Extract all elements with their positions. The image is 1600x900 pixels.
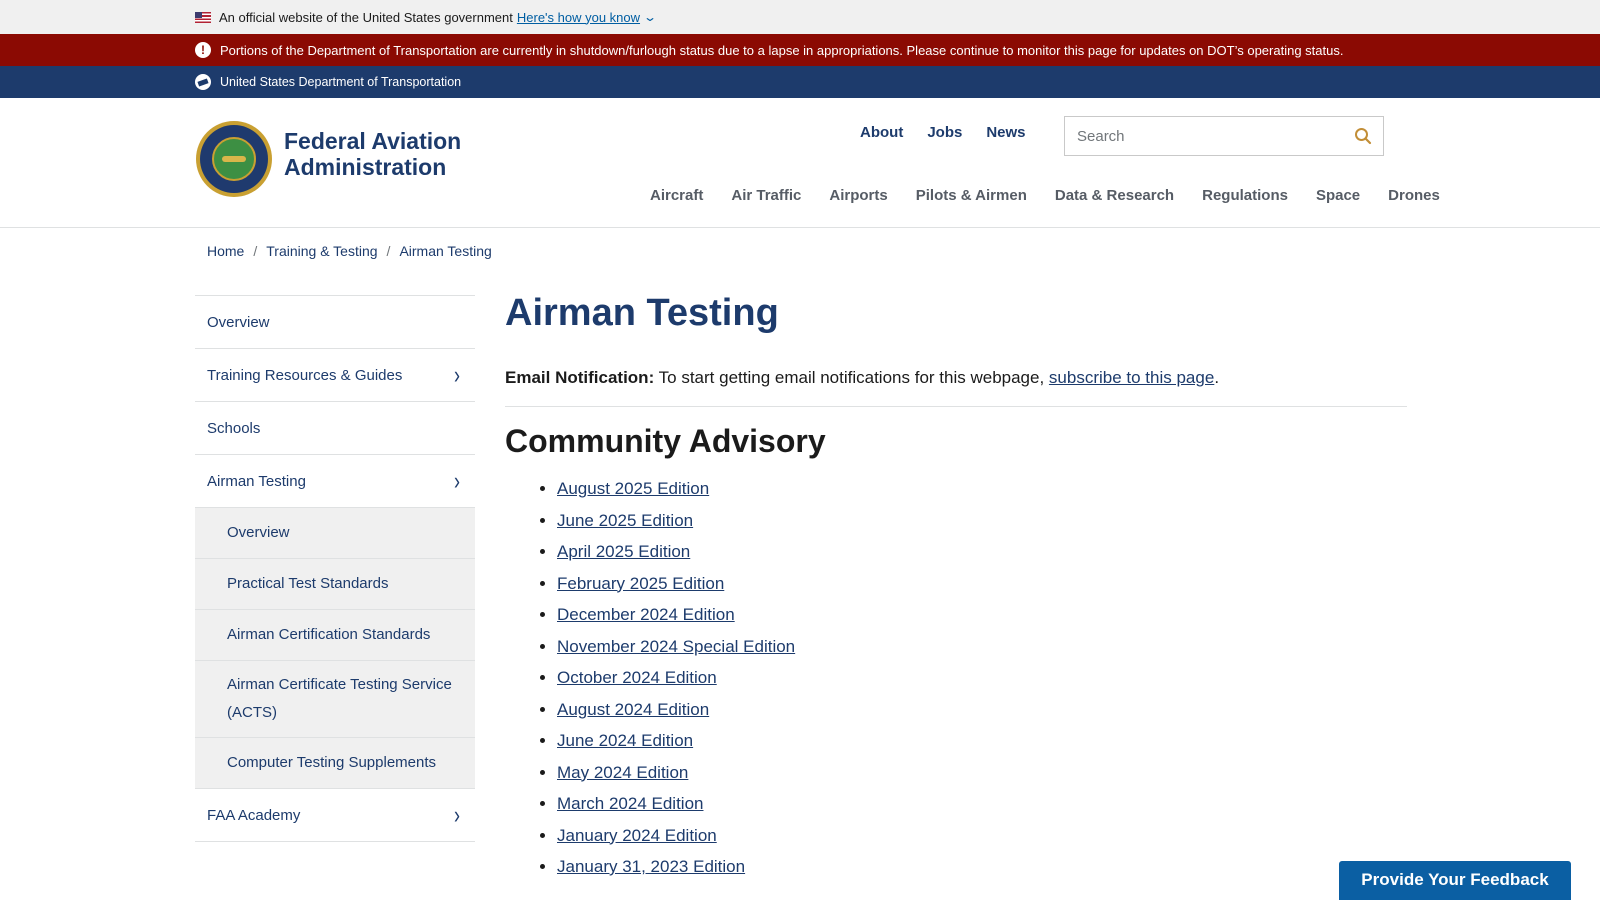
nav-aircraft[interactable]: Aircraft (650, 187, 703, 204)
email-notification-label: Email Notification: (505, 368, 655, 387)
edition-link[interactable]: April 2025 Edition (557, 542, 690, 561)
sidenav-subitem-acts[interactable]: Airman Certificate Testing Service (ACTS… (195, 661, 475, 738)
nav-regulations[interactable]: Regulations (1202, 187, 1288, 204)
alert-icon: ! (195, 42, 211, 58)
edition-link[interactable]: November 2024 Special Edition (557, 637, 795, 656)
list-item: March 2024 Edition (557, 788, 1407, 820)
list-item: October 2024 Edition (557, 662, 1407, 694)
sidenav-item-training-resources[interactable]: Training Resources & Guides › (195, 349, 475, 402)
edition-link[interactable]: October 2024 Edition (557, 668, 717, 687)
edition-link[interactable]: February 2025 Edition (557, 574, 724, 593)
sidenav-item-faa-academy[interactable]: FAA Academy › (195, 789, 475, 842)
email-notification: Email Notification: To start getting ema… (505, 366, 1407, 390)
edition-link[interactable]: June 2025 Edition (557, 511, 693, 530)
breadcrumb-airman-testing[interactable]: Airman Testing (399, 243, 491, 259)
subscribe-link[interactable]: subscribe to this page (1049, 368, 1214, 387)
list-item: February 2025 Edition (557, 568, 1407, 600)
search-input[interactable] (1065, 117, 1343, 155)
list-item: January 31, 2023 Edition (557, 851, 1407, 883)
list-item: June 2024 Edition (557, 725, 1407, 757)
email-notification-text: To start getting email notifications for… (654, 368, 1049, 387)
list-item: June 2025 Edition (557, 505, 1407, 537)
chevron-right-icon[interactable]: › (454, 800, 460, 829)
list-item: August 2025 Edition (557, 473, 1407, 505)
utility-nav: About Jobs News (860, 124, 1026, 141)
editions-list: August 2025 Edition June 2025 Edition Ap… (505, 473, 1407, 883)
util-nav-about[interactable]: About (860, 124, 903, 141)
shutdown-alert: ! Portions of the Department of Transpor… (0, 34, 1600, 66)
nav-pilots-airmen[interactable]: Pilots & Airmen (916, 187, 1027, 204)
site-name-line2: Administration (284, 154, 447, 180)
list-item: January 2024 Edition (557, 820, 1407, 852)
alert-text: Portions of the Department of Transporta… (220, 42, 1344, 58)
list-item: May 2024 Edition (557, 757, 1407, 789)
util-nav-news[interactable]: News (986, 124, 1025, 141)
edition-link[interactable]: March 2024 Edition (557, 794, 703, 813)
nav-airports[interactable]: Airports (829, 187, 887, 204)
email-notification-end: . (1214, 368, 1220, 387)
faa-seal-logo[interactable] (196, 121, 272, 197)
breadcrumb-training-testing[interactable]: Training & Testing (266, 243, 377, 259)
list-item: August 2024 Edition (557, 694, 1407, 726)
sidenav-item-label: Overview (207, 313, 270, 331)
us-flag-icon (195, 11, 211, 23)
edition-link[interactable]: January 31, 2023 Edition (557, 857, 745, 876)
edition-link[interactable]: June 2024 Edition (557, 731, 693, 750)
site-header: Federal Aviation Administration About Jo… (0, 98, 1600, 228)
chevron-down-icon[interactable]: ⌄ (643, 10, 657, 24)
edition-link[interactable]: August 2024 Edition (557, 700, 709, 719)
site-name-line1: Federal Aviation (284, 128, 462, 154)
chevron-right-icon[interactable]: › (454, 360, 460, 389)
heres-how-you-know-link[interactable]: Here's how you know (517, 10, 640, 25)
chevron-right-icon[interactable]: › (454, 466, 460, 495)
list-item: April 2025 Edition (557, 536, 1407, 568)
gov-banner: An official website of the United States… (0, 0, 1600, 34)
sidenav-item-label: Training Resources & Guides (207, 366, 403, 384)
util-nav-jobs[interactable]: Jobs (927, 124, 962, 141)
breadcrumb-separator: / (253, 243, 258, 259)
main-nav: Aircraft Air Traffic Airports Pilots & A… (650, 187, 1440, 204)
site-name[interactable]: Federal Aviation Administration (284, 128, 504, 180)
nav-air-traffic[interactable]: Air Traffic (731, 187, 801, 204)
breadcrumb-separator: / (386, 243, 391, 259)
sidenav-subitem-airman-certification-standards[interactable]: Airman Certification Standards (195, 610, 475, 661)
edition-link[interactable]: May 2024 Edition (557, 763, 688, 782)
edition-link[interactable]: January 2024 Edition (557, 826, 717, 845)
sidenav-subitem-computer-testing-supplements[interactable]: Computer Testing Supplements (195, 738, 475, 789)
list-item: November 2024 Special Edition (557, 631, 1407, 663)
sidenav-subitem-practical-test-standards[interactable]: Practical Test Standards (195, 559, 475, 610)
provide-feedback-button[interactable]: Provide Your Feedback (1339, 861, 1571, 900)
nav-drones[interactable]: Drones (1388, 187, 1440, 204)
side-nav: Overview Training Resources & Guides › S… (195, 295, 475, 842)
sidenav-item-label: FAA Academy (207, 806, 301, 824)
sidenav-item-overview[interactable]: Overview (195, 296, 475, 349)
main-content: Airman Testing Email Notification: To st… (505, 288, 1407, 883)
dot-bar: United States Department of Transportati… (0, 66, 1600, 98)
nav-data-research[interactable]: Data & Research (1055, 187, 1174, 204)
list-item: December 2024 Edition (557, 599, 1407, 631)
sidenav-item-airman-testing[interactable]: Airman Testing › (195, 455, 475, 508)
sidenav-item-label: Schools (207, 419, 261, 437)
edition-link[interactable]: August 2025 Edition (557, 479, 709, 498)
page-title: Airman Testing (505, 292, 779, 334)
sidenav-item-schools[interactable]: Schools (195, 402, 475, 455)
edition-link[interactable]: December 2024 Edition (557, 605, 735, 624)
search-icon[interactable] (1343, 117, 1383, 155)
dot-logo-icon[interactable] (195, 74, 211, 90)
breadcrumb: Home / Training & Testing / Airman Testi… (207, 243, 492, 259)
sidenav-subitem-overview[interactable]: Overview (195, 508, 475, 559)
gov-banner-text: An official website of the United States… (219, 9, 513, 25)
search-box (1064, 116, 1384, 156)
dot-bar-text[interactable]: United States Department of Transportati… (220, 75, 461, 89)
section-title: Community Advisory (505, 423, 826, 459)
divider (505, 406, 1407, 407)
nav-space[interactable]: Space (1316, 187, 1360, 204)
sidenav-item-label: Airman Testing (207, 472, 306, 490)
breadcrumb-home[interactable]: Home (207, 243, 244, 259)
